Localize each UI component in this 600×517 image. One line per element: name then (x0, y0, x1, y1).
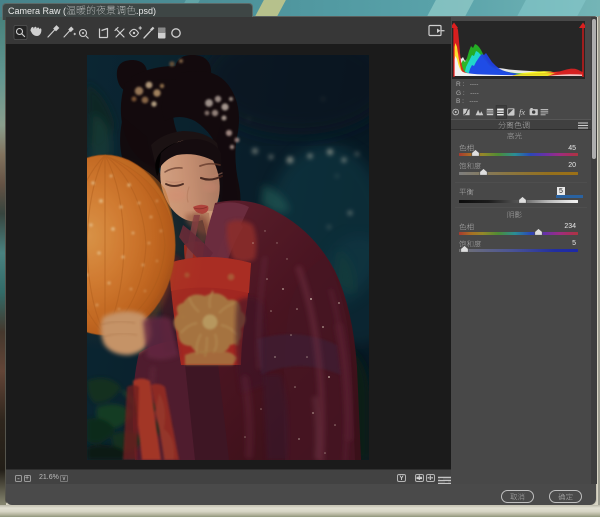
svg-text:fx: fx (519, 107, 525, 117)
